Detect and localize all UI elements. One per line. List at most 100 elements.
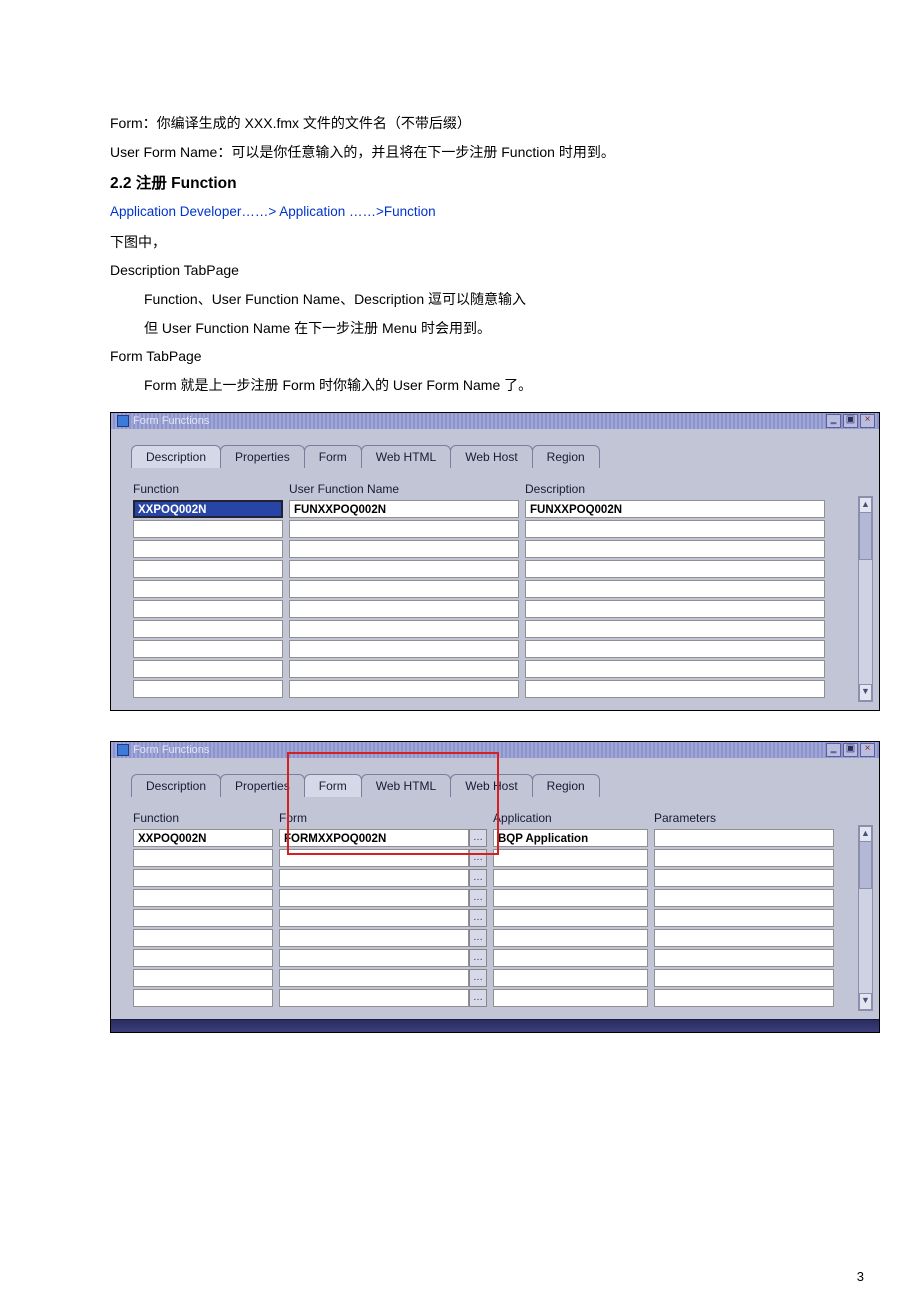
tab-form[interactable]: Form	[304, 774, 362, 797]
cell-function[interactable]	[133, 520, 283, 538]
cell-function[interactable]	[133, 660, 283, 678]
cell-application[interactable]	[493, 869, 648, 887]
tab-region[interactable]: Region	[532, 774, 600, 797]
cell-form[interactable]	[279, 889, 469, 907]
scroll-thumb[interactable]	[859, 841, 872, 889]
column-header-function: Function	[133, 482, 283, 498]
cell-desc[interactable]	[525, 660, 825, 678]
lov-button[interactable]: …	[469, 849, 487, 867]
cell-parameters[interactable]	[654, 869, 834, 887]
cell-function[interactable]	[133, 680, 283, 698]
cell-parameters[interactable]	[654, 909, 834, 927]
cell-ufn[interactable]: FUNXXPOQ002N	[289, 500, 519, 518]
tab-description[interactable]: Description	[131, 445, 221, 468]
lov-button[interactable]: …	[469, 889, 487, 907]
cell-ufn[interactable]	[289, 620, 519, 638]
cell-parameters[interactable]	[654, 829, 834, 847]
cell-function[interactable]	[133, 620, 283, 638]
cell-application[interactable]	[493, 909, 648, 927]
cell-desc[interactable]	[525, 520, 825, 538]
tab-web-html[interactable]: Web HTML	[361, 774, 451, 797]
cell-parameters[interactable]	[654, 989, 834, 1007]
cell-form[interactable]	[279, 929, 469, 947]
lov-button[interactable]: …	[469, 829, 487, 847]
cell-application[interactable]: BQP Application	[493, 829, 648, 847]
cell-ufn[interactable]	[289, 540, 519, 558]
cell-ufn[interactable]	[289, 640, 519, 658]
cell-ufn[interactable]	[289, 520, 519, 538]
cell-desc[interactable]	[525, 620, 825, 638]
cell-form[interactable]	[279, 949, 469, 967]
restore-button[interactable]: ▣	[843, 414, 858, 428]
cell-ufn[interactable]	[289, 680, 519, 698]
cell-parameters[interactable]	[654, 969, 834, 987]
scroll-down-arrow[interactable]: ▼	[859, 993, 872, 1010]
cell-desc[interactable]: FUNXXPOQ002N	[525, 500, 825, 518]
cell-ufn[interactable]	[289, 560, 519, 578]
cell-form[interactable]	[279, 869, 469, 887]
tab-region[interactable]: Region	[532, 445, 600, 468]
lov-button[interactable]: …	[469, 989, 487, 1007]
tab-web-html[interactable]: Web HTML	[361, 445, 451, 468]
tab-properties[interactable]: Properties	[220, 445, 305, 468]
cell-desc[interactable]	[525, 580, 825, 598]
close-button[interactable]: ×	[860, 743, 875, 757]
cell-application[interactable]	[493, 929, 648, 947]
cell-function[interactable]	[133, 540, 283, 558]
scroll-thumb[interactable]	[859, 512, 872, 560]
cell-desc[interactable]	[525, 640, 825, 658]
cell-desc[interactable]	[525, 680, 825, 698]
cell-ufn[interactable]	[289, 600, 519, 618]
cell-application[interactable]	[493, 849, 648, 867]
cell-desc[interactable]	[525, 600, 825, 618]
cell-function[interactable]	[133, 580, 283, 598]
scroll-down-arrow[interactable]: ▼	[859, 684, 872, 701]
tab-description[interactable]: Description	[131, 774, 221, 797]
cell-function[interactable]	[133, 600, 283, 618]
cell-ufn[interactable]	[289, 580, 519, 598]
lov-button[interactable]: …	[469, 949, 487, 967]
cell-function[interactable]	[133, 989, 273, 1007]
cell-function[interactable]	[133, 640, 283, 658]
cell-form[interactable]	[279, 969, 469, 987]
close-button[interactable]: ×	[860, 414, 875, 428]
cell-form[interactable]	[279, 989, 469, 1007]
cell-form[interactable]: FORMXXPOQ002N	[279, 829, 469, 847]
cell-function[interactable]	[133, 849, 273, 867]
cell-desc[interactable]	[525, 560, 825, 578]
cell-desc[interactable]	[525, 540, 825, 558]
lov-button[interactable]: …	[469, 909, 487, 927]
tab-properties[interactable]: Properties	[220, 774, 305, 797]
lov-button[interactable]: …	[469, 969, 487, 987]
cell-function[interactable]	[133, 949, 273, 967]
cell-application[interactable]	[493, 949, 648, 967]
cell-form[interactable]	[279, 909, 469, 927]
cell-function[interactable]	[133, 969, 273, 987]
tab-web-host[interactable]: Web Host	[450, 774, 532, 797]
restore-button[interactable]: ▣	[843, 743, 858, 757]
cell-parameters[interactable]	[654, 949, 834, 967]
cell-function[interactable]: XXPOQ002N	[133, 500, 283, 518]
minimize-button[interactable]: ‗	[826, 743, 841, 757]
cell-function[interactable]	[133, 560, 283, 578]
vertical-scrollbar[interactable]: ▲ ▼	[858, 496, 873, 702]
cell-function[interactable]	[133, 889, 273, 907]
cell-function[interactable]	[133, 929, 273, 947]
cell-ufn[interactable]	[289, 660, 519, 678]
cell-application[interactable]	[493, 989, 648, 1007]
cell-function[interactable]: XXPOQ002N	[133, 829, 273, 847]
cell-form[interactable]	[279, 849, 469, 867]
lov-button[interactable]: …	[469, 869, 487, 887]
cell-function[interactable]	[133, 869, 273, 887]
cell-parameters[interactable]	[654, 849, 834, 867]
cell-parameters[interactable]	[654, 929, 834, 947]
cell-application[interactable]	[493, 969, 648, 987]
tab-web-host[interactable]: Web Host	[450, 445, 532, 468]
minimize-button[interactable]: ‗	[826, 414, 841, 428]
lov-button[interactable]: …	[469, 929, 487, 947]
cell-parameters[interactable]	[654, 889, 834, 907]
tab-form[interactable]: Form	[304, 445, 362, 468]
cell-application[interactable]	[493, 889, 648, 907]
cell-function[interactable]	[133, 909, 273, 927]
vertical-scrollbar[interactable]: ▲ ▼	[858, 825, 873, 1011]
